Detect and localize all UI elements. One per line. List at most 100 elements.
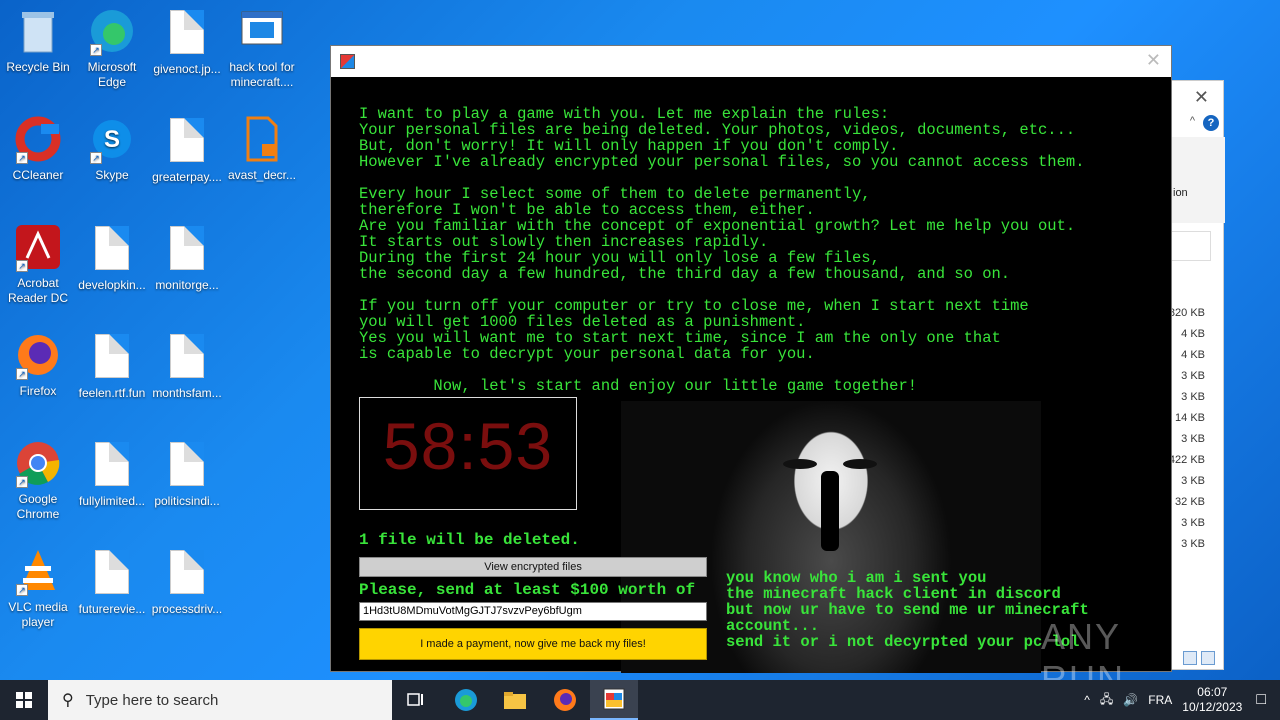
window-app-icon [238, 8, 286, 56]
file-size: 3 KB [1181, 433, 1205, 445]
countdown-timer: 58:53 [382, 409, 554, 483]
chrome-icon: ↗ [14, 440, 62, 488]
desktop-icon-label: developkin... [78, 278, 146, 292]
clock-time: 06:07 [1197, 685, 1228, 699]
clock[interactable]: 06:07 10/12/2023 [1182, 685, 1242, 715]
file-icon [163, 334, 211, 382]
desktop-icon[interactable]: ↗ Firefox [0, 332, 76, 399]
file-size-column: 820 KB 4 KB 4 KB 3 KB 3 KB 14 KB 3 KB 422 KB 3 K… [1169, 303, 1205, 555]
edge-taskbar-button[interactable] [442, 680, 490, 720]
ransom-message: I want to play a game with you. Let me e… [359, 105, 1085, 395]
desktop-icon[interactable]: monthsfam... [149, 332, 225, 401]
view-toggle[interactable] [1183, 651, 1215, 665]
help-icon[interactable]: ? [1203, 115, 1219, 131]
close-icon[interactable]: ✕ [1194, 87, 1209, 108]
desktop-icon[interactable]: ↗ Acrobat Reader DC [0, 224, 76, 306]
file-size: 820 KB [1168, 307, 1205, 319]
desktop-icon[interactable]: ↗ Google Chrome [0, 440, 76, 522]
file-icon [88, 226, 136, 274]
volume-icon[interactable]: 🔊 [1123, 693, 1138, 707]
bitcoin-address-field[interactable]: 1Hd3tU8MDmuVotMgGJTJ7svzvPey6bfUgm [359, 602, 707, 621]
payment-made-button[interactable]: I made a payment, now give me back my fi… [359, 628, 707, 660]
desktop-icon-label: hack tool for minecraft.... [229, 60, 295, 89]
title-bar[interactable]: ✕ [331, 46, 1171, 77]
desktop-icon[interactable]: fullylimited... [74, 440, 150, 509]
search-input[interactable] [1171, 231, 1211, 261]
desktop-icon[interactable]: developkin... [74, 224, 150, 293]
desktop-icon[interactable]: ↗ CCleaner [0, 116, 76, 183]
desktop-icon-label: politicsindi... [154, 494, 220, 508]
desktop-icon-label: futurerevie... [78, 602, 146, 616]
ransomware-taskbar-button[interactable] [590, 680, 638, 720]
shortcut-arrow-icon: ↗ [16, 152, 28, 164]
file-icon [88, 550, 136, 598]
language-indicator[interactable]: FRA [1148, 693, 1172, 707]
svg-text:S: S [104, 126, 120, 153]
edge-icon: ↗ [88, 8, 136, 56]
desktop-icon[interactable]: avast_decr... [224, 116, 300, 183]
desktop-icon[interactable]: S ↗ Skype [74, 116, 150, 183]
mask-eye [783, 459, 817, 469]
app-window-icon [603, 688, 625, 710]
tiles-view-icon[interactable] [1201, 651, 1215, 665]
view-encrypted-files-button[interactable]: View encrypted files [359, 557, 707, 577]
acrobat-icon: ↗ [14, 224, 62, 272]
file-size: 3 KB [1181, 538, 1205, 550]
payment-instruction: Please, send at least $100 worth of [359, 581, 696, 599]
firefox-icon [554, 689, 576, 711]
desktop-icon-label: Firefox [19, 384, 57, 398]
close-icon[interactable]: ✕ [1146, 50, 1161, 71]
desktop-icon[interactable]: hack tool for minecraft.... [224, 8, 300, 90]
file-size: 4 KB [1181, 328, 1205, 340]
desktop-icon[interactable]: processdriv... [149, 548, 225, 617]
shortcut-arrow-icon: ↗ [16, 584, 28, 596]
firefox-taskbar-button[interactable] [541, 680, 589, 720]
network-icon[interactable]: 🖧 [1100, 690, 1113, 711]
search-icon: ⚲ [62, 692, 74, 709]
desktop-icon-label: monitorge... [155, 278, 219, 292]
file-icon [88, 334, 136, 382]
file-icon [88, 442, 136, 490]
desktop-icon-label: Microsoft Edge [87, 60, 137, 89]
recycle-bin-icon [14, 8, 62, 56]
desktop-icon[interactable]: ↗ Microsoft Edge [74, 8, 150, 90]
desktop-icon[interactable]: feelen.rtf.fun [74, 332, 150, 401]
file-icon [163, 442, 211, 490]
desktop-icon[interactable]: givenoct.jp... [149, 8, 225, 77]
chevron-up-icon[interactable]: ^ [1084, 693, 1090, 707]
desktop-icon-label: Acrobat Reader DC [7, 276, 69, 305]
desktop-icon[interactable]: futurerevie... [74, 548, 150, 617]
desktop-icon-label: processdriv... [151, 602, 223, 616]
mask-mouth [821, 471, 839, 551]
app-icon [340, 54, 355, 69]
skype-icon: S ↗ [88, 116, 136, 164]
desktop-icon[interactable]: ↗ VLC media player [0, 548, 76, 630]
file-icon [163, 550, 211, 598]
folder-icon [504, 692, 526, 709]
taskbar-search[interactable]: ⚲ Type here to search [48, 680, 392, 720]
file-size: 4 KB [1181, 349, 1205, 361]
firefox-icon: ↗ [14, 332, 62, 380]
desktop-icon-label: avast_decr... [227, 168, 297, 182]
file-icon [163, 10, 211, 58]
notifications-icon[interactable]: □ [1256, 691, 1266, 709]
details-view-icon[interactable] [1183, 651, 1197, 665]
chevron-up-icon[interactable]: ^ [1190, 115, 1195, 127]
desktop-icon-label: Skype [95, 168, 129, 182]
file-size: 3 KB [1181, 475, 1205, 487]
desktop-icon[interactable]: greaterpay.... [149, 116, 225, 185]
desktop-icon[interactable]: monitorge... [149, 224, 225, 293]
edge-icon [455, 689, 477, 711]
mask-eye [843, 459, 877, 469]
avast-decryptor-icon [238, 116, 286, 164]
file-size: 422 KB [1168, 454, 1205, 466]
start-button[interactable] [0, 680, 48, 720]
desktop-icon[interactable]: politicsindi... [149, 440, 225, 509]
desktop-icon-label: greaterpay.... [152, 170, 222, 184]
desktop-icon-label: monthsfam... [152, 386, 222, 400]
task-view-button[interactable] [392, 680, 440, 720]
ransomware-window[interactable]: ✕ I want to play a game with you. Let me… [330, 45, 1172, 699]
file-explorer-taskbar-button[interactable] [491, 680, 539, 720]
vlc-icon: ↗ [14, 548, 62, 596]
desktop-icon[interactable]: Recycle Bin [0, 8, 76, 75]
